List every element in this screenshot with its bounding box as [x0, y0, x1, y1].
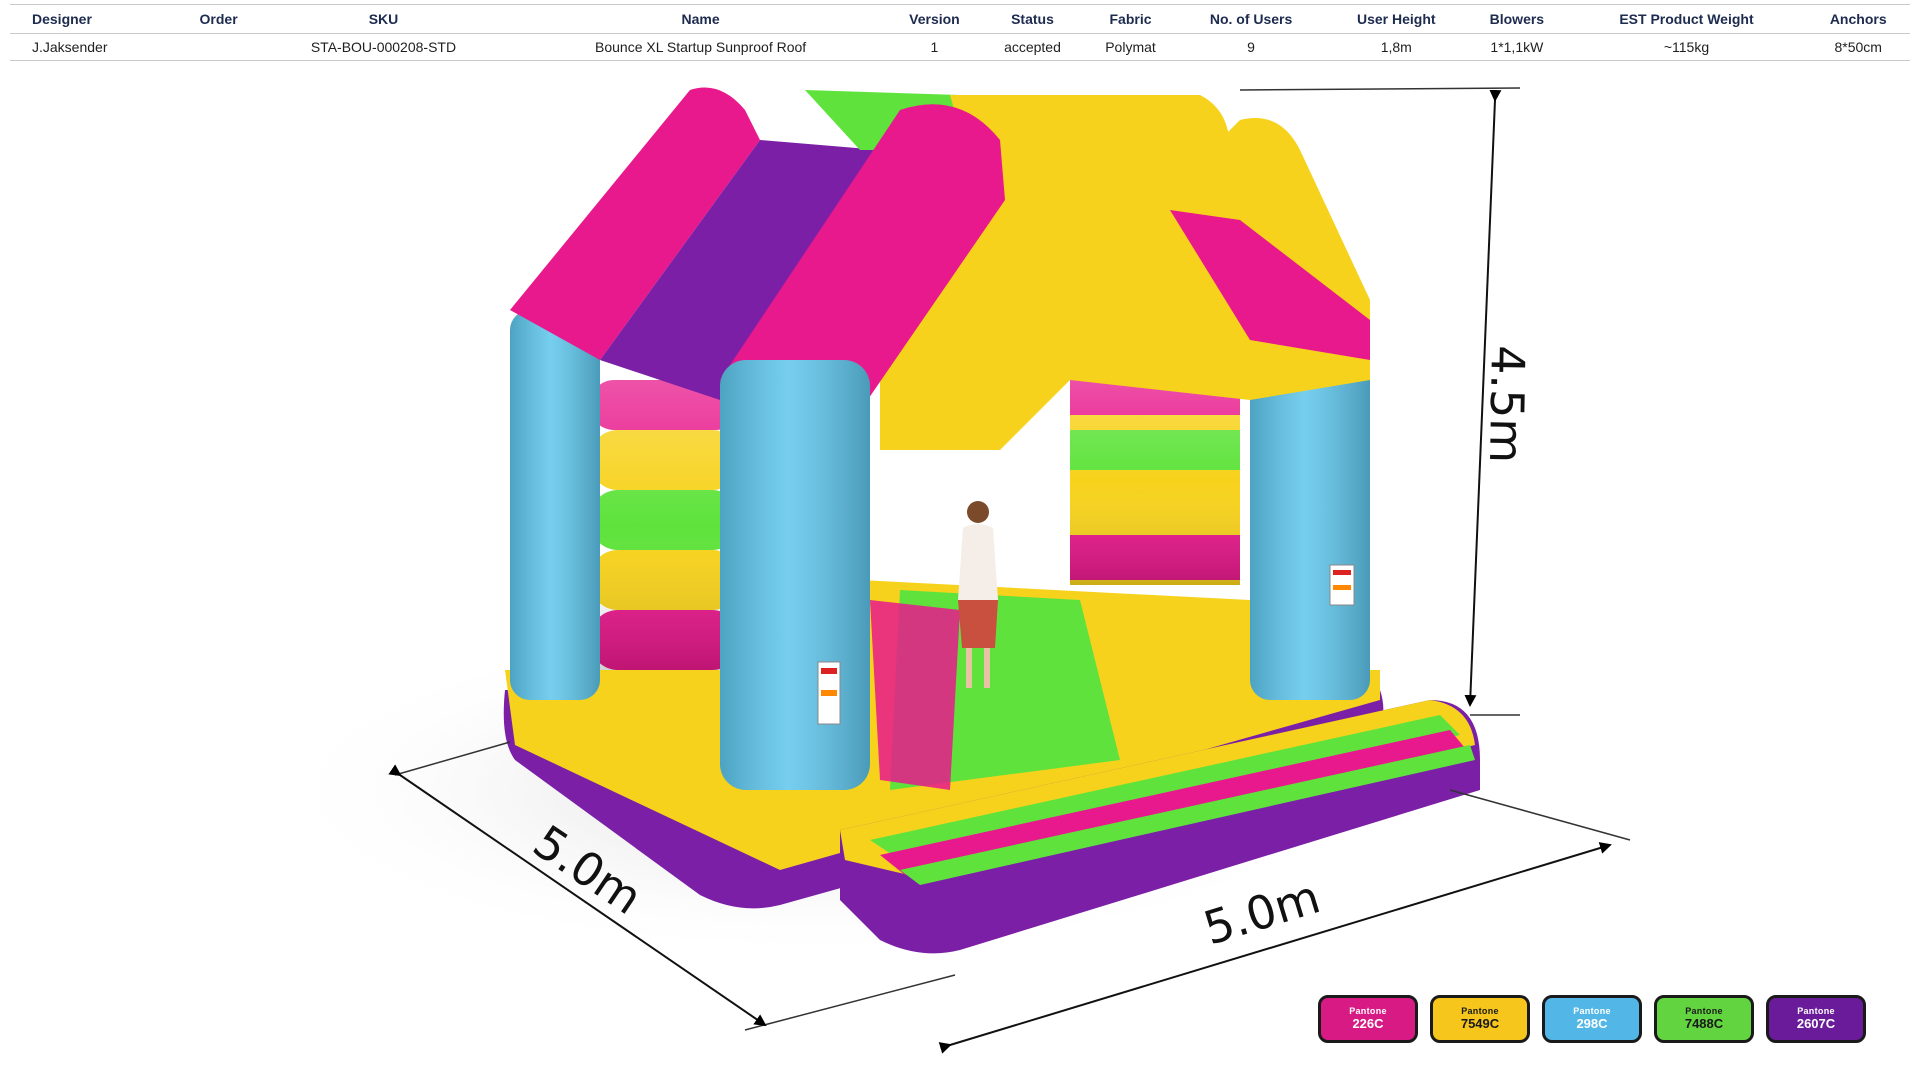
cell-version: 1: [888, 33, 981, 61]
swatch-pink: Pantone 226C: [1318, 995, 1418, 1043]
swatch-yellow: Pantone 7549C: [1430, 995, 1530, 1043]
height-label: 4.5m: [1479, 345, 1535, 464]
back-wall: [1070, 375, 1240, 585]
header-fabric: Fabric: [1084, 4, 1177, 34]
cell-weight: ~115kg: [1566, 33, 1807, 61]
swatch-code: 226C: [1352, 1015, 1384, 1031]
header-sku: SKU: [253, 4, 514, 34]
swatch-code: 7488C: [1684, 1015, 1724, 1031]
swatch-code: 2607C: [1796, 1015, 1836, 1031]
cell-sku: STA-BOU-000208-STD: [253, 33, 514, 61]
spec-header-row: Designer Order SKU Name Version Status F…: [10, 4, 1910, 34]
bounce-house-render: 4.5m 5.0m 5.0m: [260, 87, 1631, 1054]
left-side-wall: [590, 380, 740, 670]
header-users: No. of Users: [1176, 4, 1326, 34]
cell-fabric: Polymat: [1084, 33, 1177, 61]
cell-name: Bounce XL Startup Sunproof Roof: [513, 33, 889, 61]
header-user-height: User Height: [1325, 4, 1468, 34]
swatch-purple: Pantone 2607C: [1766, 995, 1866, 1043]
cell-user-height: 1,8m: [1325, 33, 1468, 61]
cell-status: accepted: [980, 33, 1085, 61]
swatch-code: 298C: [1576, 1015, 1608, 1031]
header-version: Version: [888, 4, 981, 34]
spec-data-row: J.Jaksender STA-BOU-000208-STD Bounce XL…: [10, 33, 1910, 61]
cell-order: [183, 33, 254, 61]
header-designer: Designer: [10, 4, 184, 34]
spec-table: Designer Order SKU Name Version Status F…: [10, 4, 1910, 61]
cell-users: 9: [1176, 33, 1326, 61]
cell-anchors: 8*50cm: [1806, 33, 1910, 61]
header-anchors: Anchors: [1806, 4, 1910, 34]
header-status: Status: [980, 4, 1085, 34]
header-weight: EST Product Weight: [1566, 4, 1807, 34]
cell-blowers: 1*1,1kW: [1467, 33, 1567, 61]
swatch-green: Pantone 7488C: [1654, 995, 1754, 1043]
header-order: Order: [183, 4, 254, 34]
swatch-code: 7549C: [1460, 1015, 1500, 1031]
pantone-swatches: Pantone 226C Pantone 7549C Pantone 298C …: [1318, 995, 1866, 1043]
header-name: Name: [513, 4, 889, 34]
swatch-blue: Pantone 298C: [1542, 995, 1642, 1043]
cell-designer: J.Jaksender: [10, 33, 184, 61]
header-blowers: Blowers: [1467, 4, 1567, 34]
